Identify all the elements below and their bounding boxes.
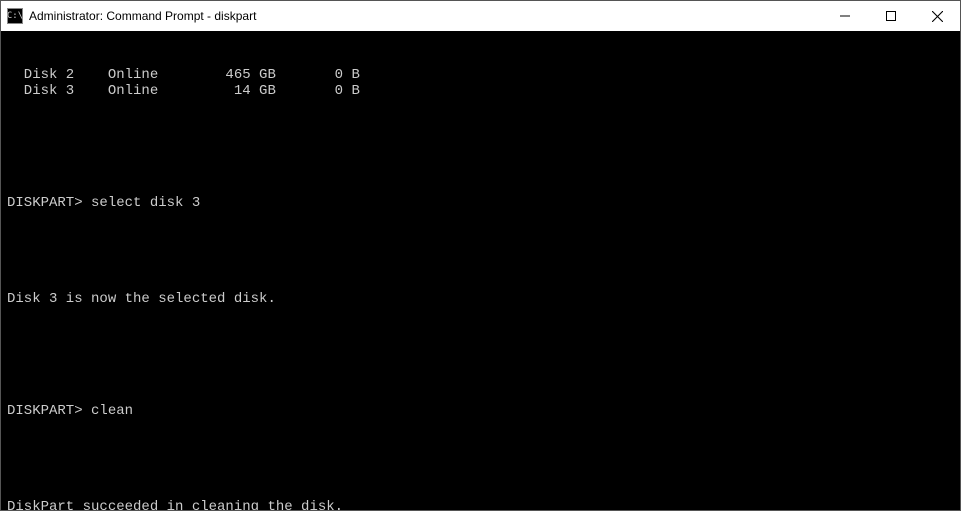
output-line: Disk 3 is now the selected disk.: [7, 291, 958, 307]
maximize-button[interactable]: [868, 1, 914, 31]
disk-table-row: Disk 3 Online 14 GB 0 B: [7, 83, 958, 99]
command-prompt-window: C:\ Administrator: Command Prompt - disk…: [0, 0, 961, 511]
minimize-button[interactable]: [822, 1, 868, 31]
cmd-icon: C:\: [7, 8, 23, 24]
titlebar[interactable]: C:\ Administrator: Command Prompt - disk…: [1, 1, 960, 31]
close-button[interactable]: [914, 1, 960, 31]
cmd-select-disk: select disk 3: [91, 195, 200, 211]
terminal-output[interactable]: Disk 2 Online 465 GB 0 B Disk 3 Online 1…: [1, 31, 960, 510]
prompt-line: DISKPART> select disk 3: [7, 195, 958, 211]
cmd-clean: clean: [91, 403, 133, 419]
window-title: Administrator: Command Prompt - diskpart: [29, 9, 256, 23]
disk-table-row: Disk 2 Online 465 GB 0 B: [7, 67, 958, 83]
prompt-line: DISKPART> clean: [7, 403, 958, 419]
output-line: DiskPart succeeded in cleaning the disk.: [7, 499, 958, 510]
